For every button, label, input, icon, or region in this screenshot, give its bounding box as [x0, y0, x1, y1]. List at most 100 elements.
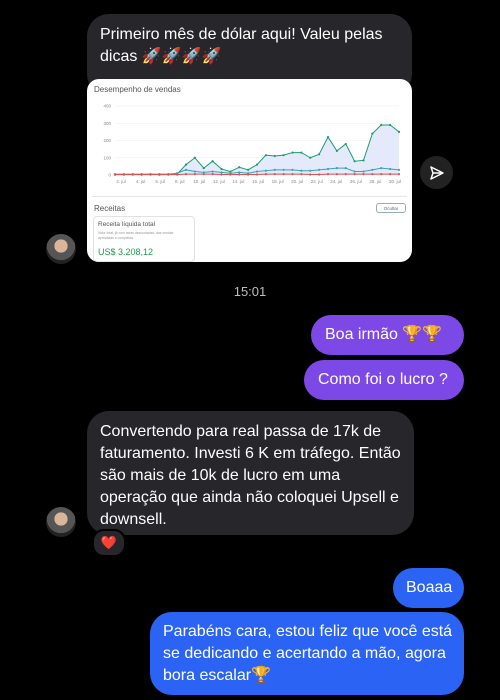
y-tick-label: 100 — [103, 155, 111, 160]
data-point — [326, 135, 330, 139]
data-point — [202, 167, 205, 170]
y-tick-label: 200 — [103, 138, 111, 143]
data-point — [238, 173, 241, 176]
sales-screenshot-card[interactable]: Desempenho de vendas 400 300 200 100 0 2. jul… — [87, 79, 412, 262]
data-point — [193, 173, 196, 176]
data-point — [380, 167, 383, 170]
data-point — [353, 160, 356, 163]
data-point — [371, 173, 374, 176]
data-point — [380, 123, 383, 127]
data-point — [326, 173, 330, 176]
x-tick-label: 2. jul — [116, 179, 126, 184]
x-tick-label: 26. jul — [350, 179, 362, 184]
x-tick-label: 4. jul — [136, 179, 146, 184]
data-point — [149, 173, 152, 176]
data-point — [397, 130, 401, 133]
data-point — [220, 173, 223, 176]
data-point — [184, 168, 188, 171]
data-point — [184, 173, 188, 176]
data-point — [247, 168, 250, 171]
data-point — [211, 173, 214, 176]
data-point — [255, 170, 259, 173]
x-tick-label: 10. jul — [193, 179, 205, 184]
data-point — [211, 170, 214, 173]
divider — [92, 196, 407, 197]
data-point — [362, 170, 365, 173]
data-point — [335, 167, 338, 170]
data-point — [264, 173, 267, 176]
data-point — [282, 173, 285, 176]
share-button[interactable] — [420, 156, 453, 189]
x-tick-label: 8. jul — [175, 179, 185, 184]
sales-line-chart: 400 300 200 100 0 2. jul 4. jul 6. jul 8. jul 10.… — [103, 104, 401, 185]
data-point — [291, 168, 294, 171]
x-tick-label: 20. jul — [291, 179, 303, 184]
x-tick-label: 16. jul — [252, 179, 264, 184]
data-point — [176, 173, 179, 176]
data-point — [282, 168, 285, 171]
data-point — [211, 160, 214, 163]
send-icon — [429, 165, 444, 180]
message-text: Como foi o lucro ? — [318, 371, 448, 388]
data-point — [326, 167, 330, 171]
data-point — [202, 173, 205, 176]
data-point — [300, 173, 303, 176]
message-text: Primeiro mês de dólar aqui! Valeu pelas … — [100, 26, 383, 65]
data-point — [255, 173, 259, 176]
hide-button: Ocultar — [376, 203, 406, 213]
message-text: Parabéns cara, estou feliz que você está… — [163, 623, 453, 684]
data-point — [335, 149, 338, 152]
data-point — [255, 163, 259, 166]
message-text: Boa irmão 🏆🏆 — [325, 326, 443, 343]
revenue-box: Receita líquida total Valor total, já co… — [93, 216, 195, 262]
data-point — [371, 168, 374, 171]
x-tick-label: 12. jul — [213, 179, 225, 184]
timestamp: 15:01 — [233, 284, 267, 299]
data-point — [371, 132, 374, 135]
data-point — [389, 123, 392, 127]
data-point — [238, 166, 241, 169]
message-bubble-outgoing[interactable]: Boa irmão 🏆🏆 — [311, 315, 464, 355]
message-bubble-outgoing[interactable]: Como foi o lucro ? — [304, 360, 464, 400]
data-point — [397, 173, 401, 176]
data-point — [229, 173, 232, 176]
data-point — [131, 173, 134, 176]
y-tick-label: 0 — [108, 173, 111, 178]
x-tick-label: 24. jul — [330, 179, 342, 184]
data-point — [309, 173, 312, 176]
section-label: Receitas — [94, 204, 126, 213]
revenue-description: Valor total, já com taxas descontadas, d… — [98, 231, 174, 240]
message-bubble-outgoing[interactable]: Boaaa — [393, 568, 464, 608]
data-point — [220, 171, 223, 174]
data-point — [300, 169, 303, 172]
revenue-value: US$ 3.208,12 — [98, 247, 154, 257]
data-point — [353, 173, 356, 176]
data-point — [273, 154, 276, 158]
data-point — [282, 154, 285, 157]
data-point — [291, 173, 294, 176]
data-point — [193, 170, 196, 173]
data-point — [309, 169, 312, 172]
data-point — [238, 171, 241, 174]
data-point — [335, 173, 338, 176]
data-point — [184, 163, 188, 166]
data-point — [113, 173, 117, 176]
data-point — [318, 173, 321, 176]
data-point — [362, 173, 365, 176]
data-point — [167, 173, 170, 176]
message-bubble-incoming[interactable]: Convertendo para real passa de 17k de fa… — [87, 411, 414, 535]
data-point — [273, 173, 276, 176]
message-text: Boaaa — [406, 579, 453, 596]
data-point — [344, 173, 347, 176]
data-point — [220, 167, 223, 171]
data-point — [397, 168, 401, 171]
x-tick-label: 18. jul — [272, 179, 284, 184]
heart-reaction-icon[interactable]: ❤️ — [92, 529, 126, 557]
data-point — [309, 156, 312, 159]
contact-avatar[interactable] — [46, 234, 76, 264]
data-point — [273, 168, 276, 171]
data-point — [353, 170, 356, 173]
message-bubble-outgoing[interactable]: Parabéns cara, estou feliz que você está… — [150, 612, 464, 695]
contact-avatar[interactable] — [46, 507, 76, 537]
y-tick-label: 400 — [103, 104, 111, 109]
